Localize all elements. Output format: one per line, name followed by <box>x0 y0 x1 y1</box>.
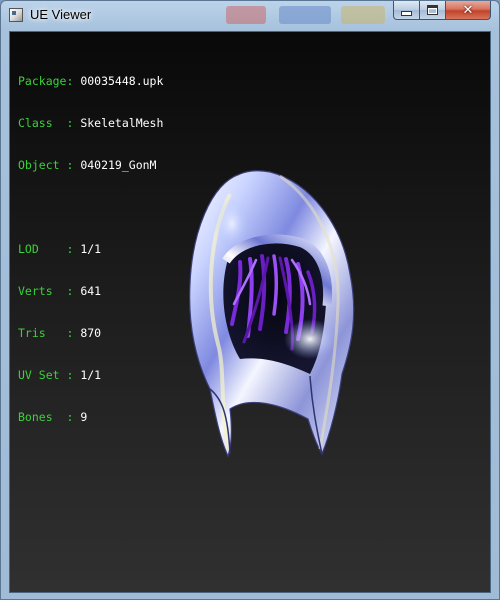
app-icon[interactable] <box>9 8 23 22</box>
specular-highlight <box>284 319 336 359</box>
app-window: UE Viewer ✕ Package: 00035448.upk Class … <box>0 0 500 600</box>
info-value: 00035448.upk <box>80 74 164 88</box>
mesh-info-panel: Package: 00035448.upk Class : SkeletalMe… <box>18 46 163 452</box>
info-value: 040219_GonM <box>80 158 157 172</box>
info-row-class: Class : SkeletalMesh <box>18 116 163 130</box>
info-label: Tris : <box>18 326 81 340</box>
window-title: UE Viewer <box>30 7 92 22</box>
info-value: 870 <box>80 326 102 340</box>
info-value: 9 <box>80 410 88 424</box>
info-value: SkeletalMesh <box>80 116 164 130</box>
close-button[interactable]: ✕ <box>446 1 491 20</box>
info-value: 1/1 <box>80 242 102 256</box>
info-row-bones: Bones : 9 <box>18 410 163 424</box>
info-label: Bones : <box>18 410 81 424</box>
background-blur <box>226 6 266 24</box>
info-label: LOD : <box>18 242 81 256</box>
minimize-button[interactable] <box>393 1 420 20</box>
info-label: Verts : <box>18 284 81 298</box>
info-value: 641 <box>80 284 102 298</box>
info-row-lod: LOD : 1/1 <box>18 242 163 256</box>
info-label: Package: <box>18 74 81 88</box>
info-label: UV Set : <box>18 368 81 382</box>
background-blur <box>341 6 385 24</box>
info-row-package: Package: 00035448.upk <box>18 74 163 88</box>
maximize-icon <box>427 5 438 15</box>
info-label: Class : <box>18 116 81 130</box>
title-bar[interactable]: UE Viewer ✕ <box>1 1 499 31</box>
info-row-tris: Tris : 870 <box>18 326 163 340</box>
background-blur <box>279 6 331 24</box>
hood-mesh-model[interactable] <box>170 164 370 464</box>
info-value: 1/1 <box>80 368 102 382</box>
minimize-icon <box>401 10 412 16</box>
info-label: Object : <box>18 158 81 172</box>
info-row-object: Object : 040219_GonM <box>18 158 163 172</box>
specular-highlight <box>214 198 250 250</box>
info-row-uvset: UV Set : 1/1 <box>18 368 163 382</box>
window-controls: ✕ <box>393 1 491 21</box>
close-icon: ✕ <box>462 2 474 18</box>
maximize-button[interactable] <box>420 1 446 20</box>
info-row-verts: Verts : 641 <box>18 284 163 298</box>
render-viewport[interactable]: Package: 00035448.upk Class : SkeletalMe… <box>9 31 491 593</box>
